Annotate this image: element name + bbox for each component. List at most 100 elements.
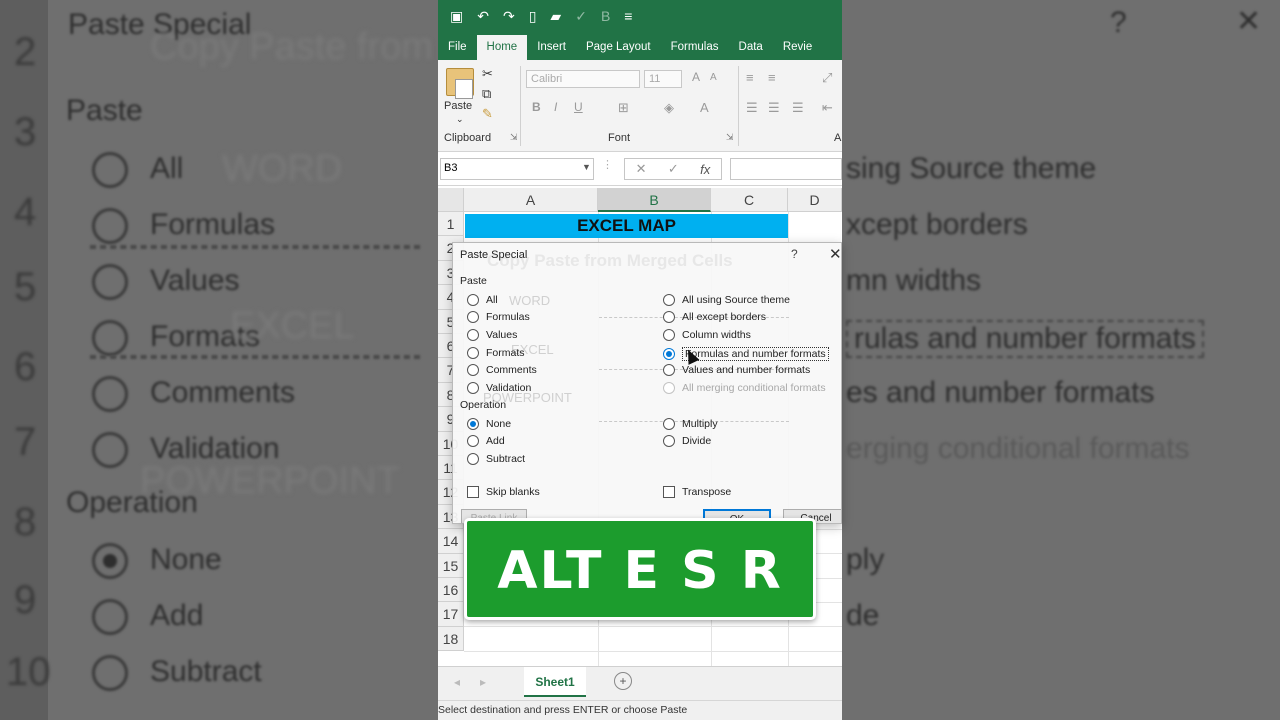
paste-option-formats[interactable]: Formats <box>467 347 525 359</box>
operation-option-none[interactable]: None <box>467 418 511 430</box>
increase-font-icon[interactable]: A <box>692 70 700 84</box>
paste-option-values-number-formats[interactable]: Values and number formats <box>663 364 810 376</box>
radio-selected[interactable] <box>663 348 675 360</box>
paste-option-column-widths[interactable]: Column widths <box>663 329 751 341</box>
underline-icon[interactable]: U <box>574 100 583 114</box>
scroll-right-icon[interactable]: ▸ <box>480 675 486 689</box>
font-color-icon[interactable]: A <box>700 100 709 115</box>
help-icon[interactable]: ? <box>791 247 798 261</box>
radio[interactable] <box>663 311 675 323</box>
font-name-select[interactable]: Calibri <box>526 70 640 88</box>
radio[interactable] <box>467 382 479 394</box>
name-box-dropdown-icon[interactable]: ▼ <box>582 162 591 172</box>
radio-selected[interactable] <box>467 418 479 430</box>
column-header[interactable]: B <box>598 188 711 212</box>
clipboard-launcher-icon[interactable]: ⇲ <box>510 132 518 143</box>
tab-formulas[interactable]: Formulas <box>661 41 729 60</box>
paste-option-all-source-theme[interactable]: All using Source theme <box>663 294 790 306</box>
formula-input[interactable] <box>730 158 842 180</box>
radio[interactable] <box>467 311 479 323</box>
name-box[interactable]: B3 <box>440 158 594 180</box>
align-middle-icon[interactable]: ≡ <box>768 70 776 85</box>
redo-icon[interactable]: ↷ <box>503 8 515 25</box>
paste-option-validation[interactable]: Validation <box>467 382 531 394</box>
checkbox[interactable] <box>663 486 675 498</box>
radio-disabled <box>663 382 675 394</box>
indent-icon[interactable]: ⇤ <box>822 100 833 116</box>
transpose-checkbox[interactable]: Transpose <box>663 486 731 498</box>
radio[interactable] <box>467 435 479 447</box>
paste-icon[interactable] <box>446 68 474 99</box>
borders-icon[interactable]: ⊞ <box>618 100 629 116</box>
radio[interactable] <box>663 418 675 430</box>
radio[interactable] <box>467 364 479 376</box>
confirm-entry-icon[interactable]: ✓ <box>668 161 679 177</box>
operation-option-add[interactable]: Add <box>467 435 505 447</box>
radio[interactable] <box>467 453 479 465</box>
tab-insert[interactable]: Insert <box>527 41 576 60</box>
copy-icon[interactable]: ⧉ <box>482 86 491 102</box>
radio[interactable] <box>663 364 675 376</box>
row-header[interactable]: 17 <box>438 602 464 627</box>
paste-button-label[interactable]: Paste <box>444 100 472 112</box>
skip-blanks-checkbox[interactable]: Skip blanks <box>467 486 540 498</box>
column-header[interactable]: A <box>464 188 598 212</box>
checkbox[interactable] <box>467 486 479 498</box>
open-folder-icon[interactable]: ▰ <box>550 8 561 25</box>
add-sheet-icon[interactable]: + <box>614 672 632 690</box>
cancel-entry-icon[interactable]: ✕ <box>636 161 647 177</box>
spelling-icon[interactable]: ✓ <box>575 8 587 25</box>
operation-option-multiply[interactable]: Multiply <box>663 418 718 430</box>
operation-option-divide[interactable]: Divide <box>663 435 711 447</box>
tab-page-layout[interactable]: Page Layout <box>576 41 661 60</box>
radio[interactable] <box>467 294 479 306</box>
font-size-select[interactable]: 11 <box>644 70 682 88</box>
font-launcher-icon[interactable]: ⇲ <box>726 132 734 143</box>
align-top-icon[interactable]: ≡ <box>746 70 754 85</box>
tab-home[interactable]: Home <box>476 35 528 60</box>
paste-option-all-except-borders[interactable]: All except borders <box>663 311 766 323</box>
align-right-icon[interactable]: ☰ <box>792 100 804 116</box>
paste-dropdown-icon[interactable]: ⌄ <box>456 114 464 125</box>
row-header[interactable]: 1 <box>438 212 464 237</box>
operation-option-subtract[interactable]: Subtract <box>467 453 525 465</box>
fill-color-icon[interactable]: ◈ <box>664 100 674 116</box>
scroll-left-icon[interactable]: ◂ <box>454 675 460 689</box>
decrease-font-icon[interactable]: A <box>710 72 717 83</box>
cut-icon[interactable]: ✂ <box>482 66 493 82</box>
radio[interactable] <box>663 294 675 306</box>
customize-toolbar-icon[interactable]: ≡ <box>624 8 632 24</box>
paste-option-formulas[interactable]: Formulas <box>467 311 530 323</box>
insert-function-icon[interactable]: fx <box>700 162 710 177</box>
row-header[interactable]: 14 <box>438 529 464 554</box>
column-header[interactable]: C <box>711 188 788 212</box>
radio[interactable] <box>663 435 675 447</box>
radio[interactable] <box>467 329 479 341</box>
radio[interactable] <box>467 347 479 359</box>
radio[interactable] <box>663 329 675 341</box>
tab-data[interactable]: Data <box>729 41 773 60</box>
undo-icon[interactable]: ↶ <box>477 8 489 25</box>
cell-a1-merged[interactable]: EXCEL MAP <box>465 214 788 238</box>
row-header[interactable]: 18 <box>438 626 464 652</box>
new-file-icon[interactable]: ▯ <box>529 8 537 25</box>
orientation-icon[interactable]: ⤢ <box>822 70 832 86</box>
italic-icon[interactable]: I <box>554 100 557 114</box>
save-icon[interactable]: ▣ <box>450 8 463 25</box>
bold-quick-icon[interactable]: B <box>601 8 610 24</box>
align-left-icon[interactable]: ☰ <box>746 100 758 116</box>
column-header[interactable]: D <box>788 188 842 212</box>
paste-option-comments[interactable]: Comments <box>467 364 537 376</box>
select-all-corner[interactable] <box>438 188 464 212</box>
sheet-tab-sheet1[interactable]: Sheet1 <box>524 667 586 697</box>
align-center-icon[interactable]: ☰ <box>768 100 780 116</box>
row-header[interactable]: 16 <box>438 578 464 603</box>
paste-option-values[interactable]: Values <box>467 329 517 341</box>
paste-option-all[interactable]: All <box>467 294 498 306</box>
format-painter-icon[interactable]: ✎ <box>482 106 493 122</box>
tab-file[interactable]: File <box>438 41 477 60</box>
bold-icon[interactable]: B <box>532 100 541 114</box>
close-icon[interactable]: ✕ <box>829 245 841 263</box>
tab-review[interactable]: Revie <box>773 41 822 60</box>
row-header[interactable]: 15 <box>438 553 464 578</box>
